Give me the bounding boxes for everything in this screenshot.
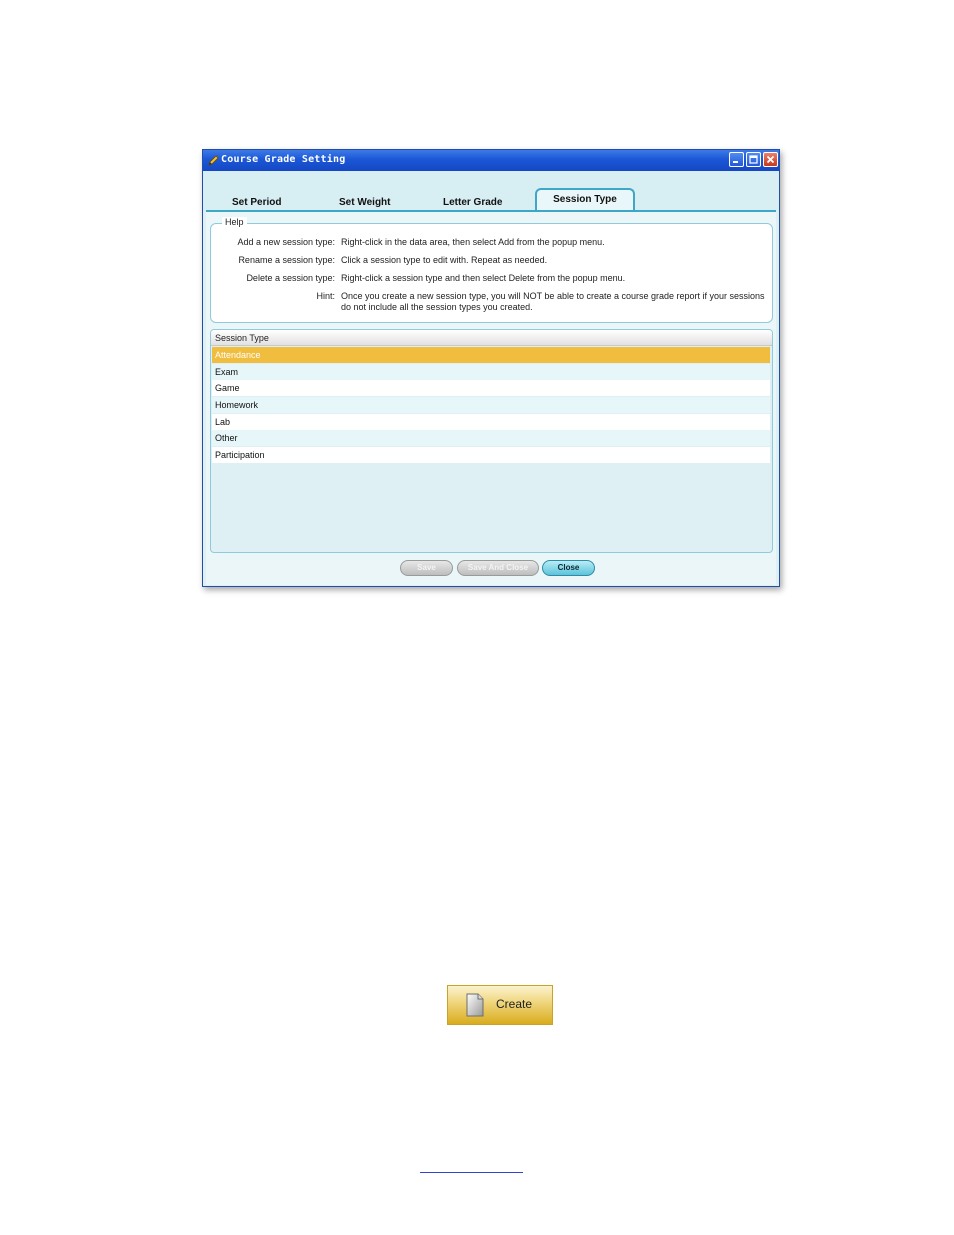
hyperlink-underline[interactable] <box>420 1172 523 1173</box>
tab-set-weight[interactable]: Set Weight <box>339 197 390 208</box>
minimize-button[interactable] <box>729 152 744 167</box>
help-legend: Help <box>222 217 247 227</box>
help-text: Right-click in the data area, then selec… <box>341 237 605 247</box>
help-label: Add a new session type: <box>237 237 335 247</box>
column-header-session-type[interactable]: Session Type <box>211 330 772 346</box>
table-row[interactable]: Homework <box>212 397 770 413</box>
create-button[interactable]: Create <box>447 985 553 1025</box>
help-label: Hint: <box>316 291 335 301</box>
window-title: Course Grade Setting <box>221 154 346 165</box>
save-and-close-button[interactable]: Save And Close <box>457 560 539 576</box>
table-row[interactable]: Lab <box>212 414 770 430</box>
close-window-button[interactable] <box>763 152 778 167</box>
title-bar[interactable]: Course Grade Setting <box>203 150 779 171</box>
save-button[interactable]: Save <box>400 560 453 576</box>
tab-session-type[interactable]: Session Type <box>535 188 635 210</box>
table-row[interactable]: Participation <box>212 447 770 463</box>
help-text: Once you create a new session type, you … <box>341 291 765 312</box>
table-row[interactable]: Other <box>212 430 770 446</box>
tab-set-period[interactable]: Set Period <box>232 197 281 208</box>
help-label: Rename a session type: <box>238 255 335 265</box>
help-group: Help Add a new session type: Right-click… <box>210 217 773 323</box>
help-label: Delete a session type: <box>246 273 335 283</box>
document-icon <box>466 993 484 1017</box>
tab-letter-grade[interactable]: Letter Grade <box>443 197 502 208</box>
table-row[interactable]: Exam <box>212 364 770 380</box>
help-text: Right-click a session type and then sele… <box>341 273 626 283</box>
maximize-button[interactable] <box>746 152 761 167</box>
maximize-icon <box>749 155 758 164</box>
session-type-table[interactable]: Session Type Attendance Exam Game Homewo… <box>210 329 773 553</box>
table-row[interactable]: Attendance <box>212 347 770 363</box>
pencil-icon <box>208 155 219 166</box>
create-label: Create <box>496 997 533 1011</box>
close-icon <box>766 155 775 164</box>
table-row[interactable]: Game <box>212 380 770 396</box>
close-button[interactable]: Close <box>542 560 595 576</box>
course-grade-setting-window: Course Grade Setting Set Period Set Weig… <box>202 149 780 587</box>
minimize-icon <box>733 161 738 163</box>
help-text: Click a session type to edit with. Repea… <box>341 255 548 265</box>
